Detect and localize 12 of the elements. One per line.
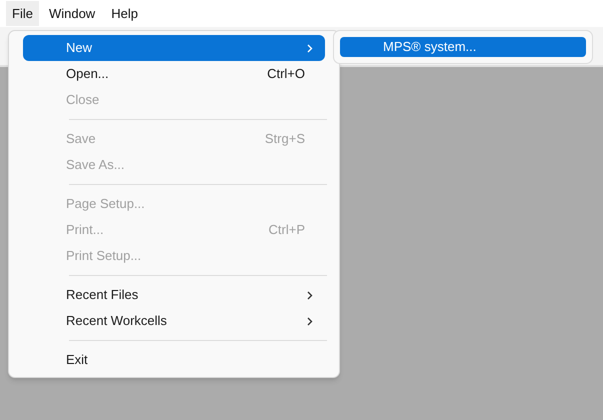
shortcut-label: Strg+S [264,130,305,148]
menu-bar-item[interactable]: File [6,0,39,26]
menu-item[interactable]: Recent Files [23,282,325,308]
menu-item[interactable]: Recent Workcells [23,308,325,334]
menu-bar-item[interactable]: Help [105,0,144,26]
menu-item[interactable]: MPS® system... [340,37,586,57]
menu-item[interactable]: New [23,35,325,61]
shortcut-label: Ctrl+O [267,65,305,84]
shortcut-label: Ctrl+P [268,221,305,240]
menu-bar-item[interactable]: Window [42,0,102,26]
menu-item[interactable]: Open... Ctrl+O [23,61,325,87]
menu-item[interactable]: Exit [23,347,325,373]
